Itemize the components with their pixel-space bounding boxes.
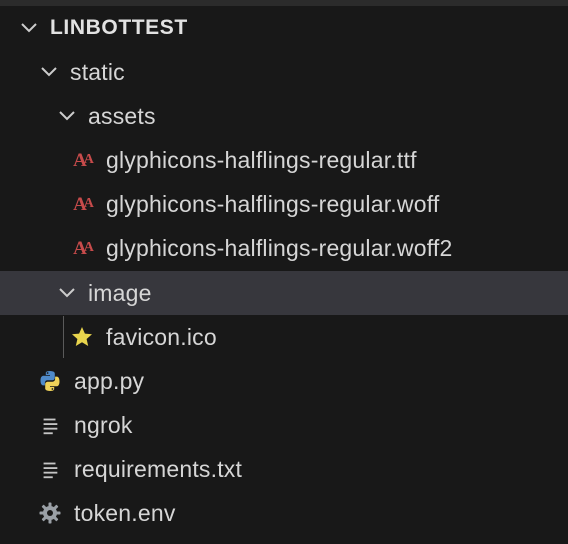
tree-item-label: assets <box>88 102 156 129</box>
tree-item-label: static <box>70 58 125 85</box>
python-icon <box>38 369 62 393</box>
tree-folder-image[interactable]: image <box>0 271 568 315</box>
tree-item-label: glyphicons-halflings-regular.woff <box>106 190 440 217</box>
font-icon: AA <box>73 149 94 171</box>
tree-item-label: glyphicons-halflings-regular.ttf <box>106 146 417 173</box>
tree-item-label: glyphicons-halflings-regular.woff2 <box>106 234 453 261</box>
tree-file-woff[interactable]: AA glyphicons-halflings-regular.woff <box>0 182 568 226</box>
workspace-title: LINBOTTEST <box>50 16 188 39</box>
tree-item-label: token.env <box>74 499 176 526</box>
tree-file-token-env[interactable]: token.env <box>0 491 568 535</box>
tree-file-ngrok[interactable]: ngrok <box>0 403 568 447</box>
tree-item-label: image <box>88 279 152 306</box>
file-explorer: LINBOTTEST static assets AA glyphicons-h… <box>0 0 568 544</box>
tree-item-label: app.py <box>74 367 145 394</box>
tree-folder-assets[interactable]: assets <box>0 94 568 138</box>
tree-item-label: requirements.txt <box>74 455 243 482</box>
tree-folder-static[interactable]: static <box>0 50 568 94</box>
tree-file-app-py[interactable]: app.py <box>0 359 568 403</box>
text-lines-icon <box>38 413 62 437</box>
tree-file-ttf[interactable]: AA glyphicons-halflings-regular.ttf <box>0 138 568 182</box>
tree-item-label: favicon.ico <box>106 323 217 350</box>
chevron-down-icon[interactable] <box>56 282 78 304</box>
chevron-down-icon[interactable] <box>56 105 78 127</box>
tree-item-label: ngrok <box>74 411 133 438</box>
workspace-section-header[interactable]: LINBOTTEST <box>0 6 568 50</box>
text-lines-icon <box>38 457 62 481</box>
chevron-down-icon[interactable] <box>18 17 40 39</box>
font-icon: AA <box>73 237 94 259</box>
tree-file-woff2[interactable]: AA glyphicons-halflings-regular.woff2 <box>0 226 568 270</box>
star-icon <box>70 325 94 349</box>
gear-icon <box>38 501 62 525</box>
tree-file-requirements[interactable]: requirements.txt <box>0 447 568 491</box>
tree-file-favicon[interactable]: favicon.ico <box>0 315 568 359</box>
chevron-down-icon[interactable] <box>38 61 60 83</box>
font-icon: AA <box>73 193 94 215</box>
